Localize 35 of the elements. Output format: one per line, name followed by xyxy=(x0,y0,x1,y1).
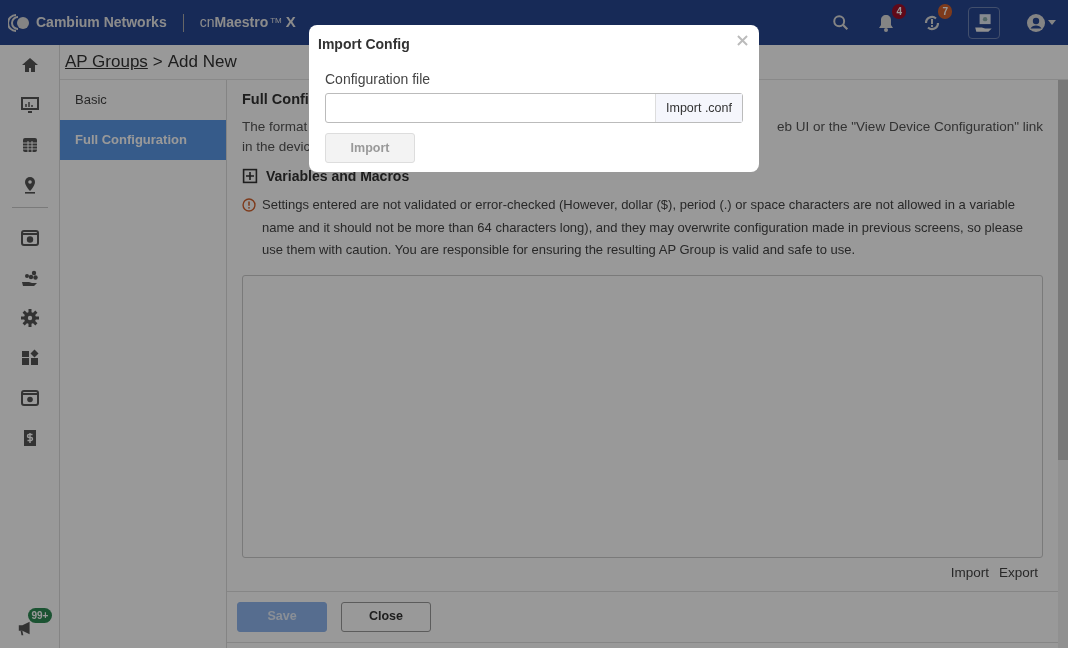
expand-icon[interactable] xyxy=(242,168,258,185)
bell-icon[interactable] xyxy=(876,12,896,33)
scrollbar[interactable] xyxy=(1058,80,1068,648)
field-label: Configuration file xyxy=(325,70,432,89)
browse-button[interactable]: Import .conf xyxy=(655,94,742,122)
user-menu[interactable] xyxy=(1026,12,1056,33)
description-text: eb UI or the "View Device Configuration" link xyxy=(777,118,1043,136)
notification-badge: 4 xyxy=(892,4,906,20)
search-icon[interactable] xyxy=(832,13,850,32)
product-name: cnMaestro$^{TM}$ X xyxy=(199,12,296,33)
breadcrumb-separator: > xyxy=(152,51,163,74)
text-link[interactable]: Import xyxy=(950,562,989,583)
file-field[interactable]: Import .conf xyxy=(325,93,743,123)
alarm-badge: 7 xyxy=(938,4,952,20)
caret-icon xyxy=(1048,20,1056,25)
section-heading: Full Confi xyxy=(242,91,309,107)
brand-name: Cambium Networks xyxy=(36,13,167,32)
text-link[interactable]: Export xyxy=(998,562,1038,583)
close-button[interactable]: Close xyxy=(341,601,431,632)
subnav-item[interactable]: Basic xyxy=(60,80,226,120)
count-badge: 99+ xyxy=(27,607,53,623)
monitor-chart-icon[interactable] xyxy=(19,95,40,115)
support-button[interactable] xyxy=(968,6,1000,39)
warning-icon xyxy=(242,198,256,213)
warning-text: Settings entered are not validated or error-checked (However, dollar ($), period (.) or space characters are not allowed in a variable name and it should not be more than 64 characters long), and they may overwrite configuration made in previous screens, so please use them with caution. You are responsible for ensuring the resulting AP Group is valid and safe to use. xyxy=(262,196,1024,260)
breadcrumb-link[interactable]: AP Groups xyxy=(65,49,148,75)
gear-icon[interactable] xyxy=(19,308,40,328)
hand-coins-icon[interactable] xyxy=(19,268,40,288)
description-text: The format xyxy=(242,118,308,136)
widgets-icon[interactable] xyxy=(19,348,40,368)
description-text: in the devic xyxy=(242,139,311,154)
logo-icon xyxy=(8,12,30,33)
breadcrumb-current: Add New xyxy=(167,51,237,74)
dialog-title: Import Config xyxy=(318,35,410,54)
user-icon xyxy=(1026,12,1046,33)
